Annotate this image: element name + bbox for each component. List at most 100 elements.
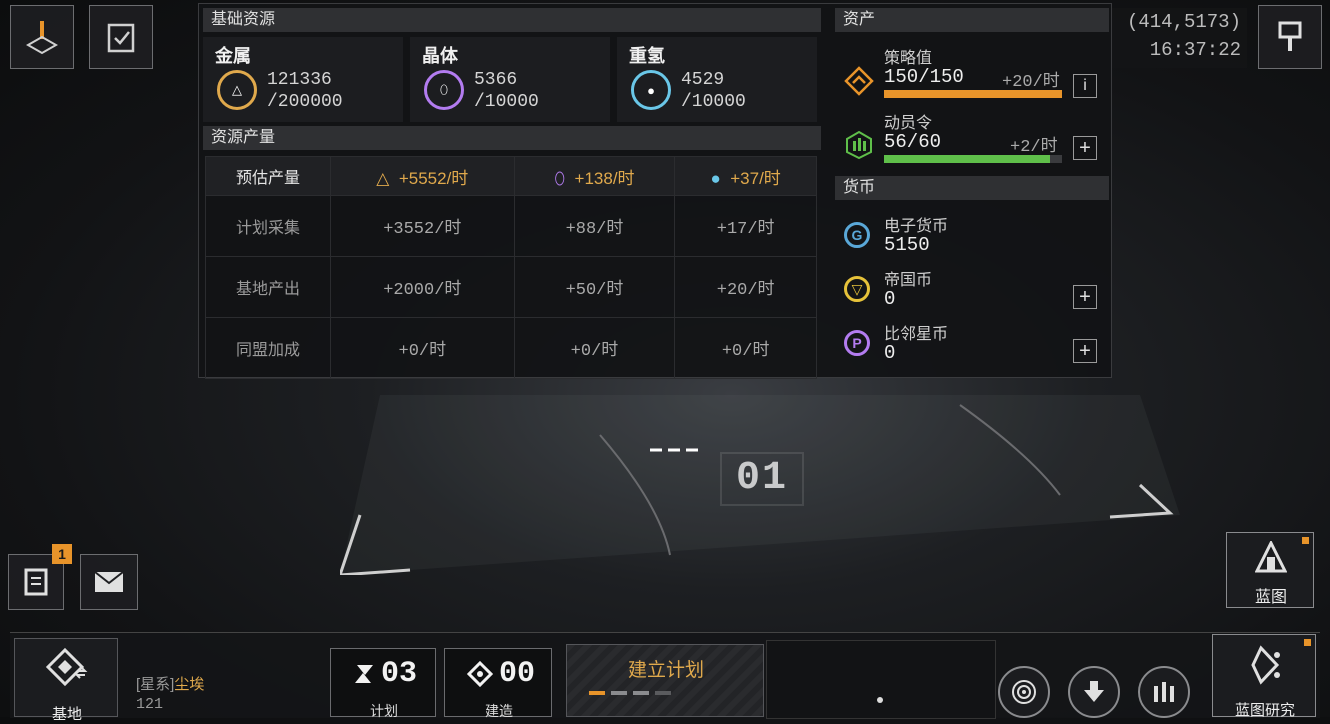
mobilize-value: 56/60 <box>884 131 942 153</box>
establish-plan-label: 建立计划 <box>627 660 704 681</box>
strategy-value: 150/150 <box>884 66 964 88</box>
electronic-currency-value: 5150 <box>884 234 930 256</box>
page-dot-active <box>589 691 605 695</box>
plan-icon <box>355 665 373 683</box>
research-alert-dot <box>1304 639 1311 646</box>
metal-icon: △ <box>217 70 257 110</box>
currency-header: 货币 <box>835 176 1109 200</box>
clipboard-check-icon <box>107 23 135 53</box>
system-info: [星系]尘埃 <box>136 673 204 694</box>
crystal-amount: 5366 /10000 <box>474 69 539 113</box>
metal-rate: +0/时 <box>330 317 515 379</box>
table-row: 基地产出 +2000/时 +50/时 +20/时 <box>205 256 817 318</box>
alliance-button[interactable] <box>1138 666 1190 718</box>
notification-badge: 1 <box>52 544 72 564</box>
deuterium-estimate: ● +37/时 <box>674 156 817 196</box>
crystal-value: 5366 <box>474 70 518 90</box>
resource-panel: 基础资源 金属 △ 121336 /200000 晶体 ⬯ 5366 /1000… <box>198 3 1112 379</box>
strategy-label: 策略值 <box>884 50 933 67</box>
electronic-currency-label: 电子货币 <box>884 218 949 235</box>
crystal-rate: +88/时 <box>513 195 676 257</box>
table-row: 预估产量 △ +5552/时 ⬯ +138/时 ● +37/时 <box>205 156 817 196</box>
deuterium-rate: +0/时 <box>674 317 817 379</box>
plan-count: 03 <box>381 657 418 691</box>
galaxy-button[interactable] <box>998 666 1050 718</box>
proxima-coin-value: 0 <box>884 342 896 364</box>
beacon-icon <box>25 21 59 55</box>
metal-icon: △ <box>376 168 390 188</box>
deuterium-icon: ● <box>631 70 671 110</box>
proxima-coin-add-button[interactable]: + <box>1073 339 1097 363</box>
strategy-icon <box>844 66 874 96</box>
deuterium-value: 4529 <box>681 70 725 90</box>
strategy-bar <box>884 90 1062 98</box>
crystal-rate: +50/时 <box>513 256 676 318</box>
production-header: 资源产量 <box>203 126 821 150</box>
base-label: 基地 <box>51 706 82 723</box>
map-pin-button[interactable] <box>1258 5 1322 69</box>
minimap-marker <box>877 697 883 703</box>
blueprint-label: 蓝图 <box>1254 589 1287 606</box>
system-name: 尘埃 <box>174 676 205 693</box>
plan-counter-button[interactable]: 03 计划 <box>330 648 436 719</box>
proxima-coin-label: 比邻星币 <box>884 326 949 343</box>
page-dot <box>655 691 671 695</box>
crystal-card[interactable]: 晶体 ⬯ 5366 /10000 <box>410 37 610 122</box>
blueprint-research-button[interactable]: 蓝图研究 <box>1212 634 1316 719</box>
galaxy-icon <box>1012 680 1036 704</box>
establish-plan-button[interactable]: 建立计划 <box>566 644 764 717</box>
crystal-label: 晶体 <box>422 46 458 66</box>
minimap[interactable] <box>766 640 996 719</box>
page-dot <box>633 691 649 695</box>
clock: 16:37:22 <box>1149 39 1241 61</box>
system-value: 121 <box>136 696 164 713</box>
coordinates: (414,5173) <box>1126 11 1241 33</box>
base-icon <box>45 647 88 687</box>
deuterium-rate: +17/时 <box>674 195 817 257</box>
crystal-rate: +0/时 <box>513 317 676 379</box>
production-table: 预估产量 △ +5552/时 ⬯ +138/时 ● +37/时 计划采集 +35… <box>205 156 817 379</box>
empire-coin-add-button[interactable]: + <box>1073 285 1097 309</box>
row-label: 预估产量 <box>205 156 331 196</box>
people-icon <box>1154 682 1174 702</box>
location-display: (414,5173) 16:37:22 <box>1112 8 1247 68</box>
crystal-icon: ⬯ <box>424 70 464 110</box>
row-label: 计划采集 <box>205 195 331 257</box>
proxima-coin-icon: P <box>844 330 870 356</box>
arrow-down-icon <box>1084 681 1104 702</box>
table-row: 计划采集 +3552/时 +88/时 +17/时 <box>205 195 817 257</box>
system-prefix: [星系] <box>136 676 175 693</box>
deuterium-card[interactable]: 重氢 ● 4529 /10000 <box>617 37 817 122</box>
metal-cap: /200000 <box>267 92 343 112</box>
row-label: 同盟加成 <box>205 317 331 379</box>
pin-icon <box>1278 21 1302 51</box>
metal-value: 121336 <box>267 70 332 90</box>
mail-button[interactable] <box>80 554 138 610</box>
crystal-estimate: ⬯ +138/时 <box>513 156 676 196</box>
basic-resources-header: 基础资源 <box>203 8 821 32</box>
blueprint-alert-dot <box>1302 537 1309 544</box>
mobilize-icon <box>846 130 872 160</box>
crystal-icon: ⬯ <box>554 168 566 188</box>
mobilize-add-button[interactable]: + <box>1073 136 1097 160</box>
empire-coin-icon: ▽ <box>844 276 870 302</box>
download-button[interactable] <box>1068 666 1120 718</box>
assets-header: 资产 <box>835 8 1109 32</box>
mobilize-rate: +2/时 <box>1010 138 1058 157</box>
deuterium-cap: /10000 <box>681 92 746 112</box>
page-dot <box>611 691 627 695</box>
build-tool-button[interactable] <box>10 5 74 69</box>
sector-label: 01 <box>720 452 804 506</box>
deuterium-icon: ● <box>710 168 721 188</box>
blueprint-button[interactable]: 蓝图 <box>1226 532 1314 608</box>
blueprint-icon <box>1255 541 1287 573</box>
notepad-icon <box>24 568 48 596</box>
metal-card[interactable]: 金属 △ 121336 /200000 <box>203 37 403 122</box>
build-icon <box>467 661 493 687</box>
electronic-currency-icon: G <box>844 222 870 248</box>
deuterium-label: 重氢 <box>629 46 665 66</box>
strategy-info-button[interactable]: i <box>1073 74 1097 98</box>
task-checklist-button[interactable] <box>89 5 153 69</box>
build-counter-button[interactable]: 00 建造 <box>444 648 552 719</box>
base-button[interactable]: 基地 <box>14 638 118 723</box>
